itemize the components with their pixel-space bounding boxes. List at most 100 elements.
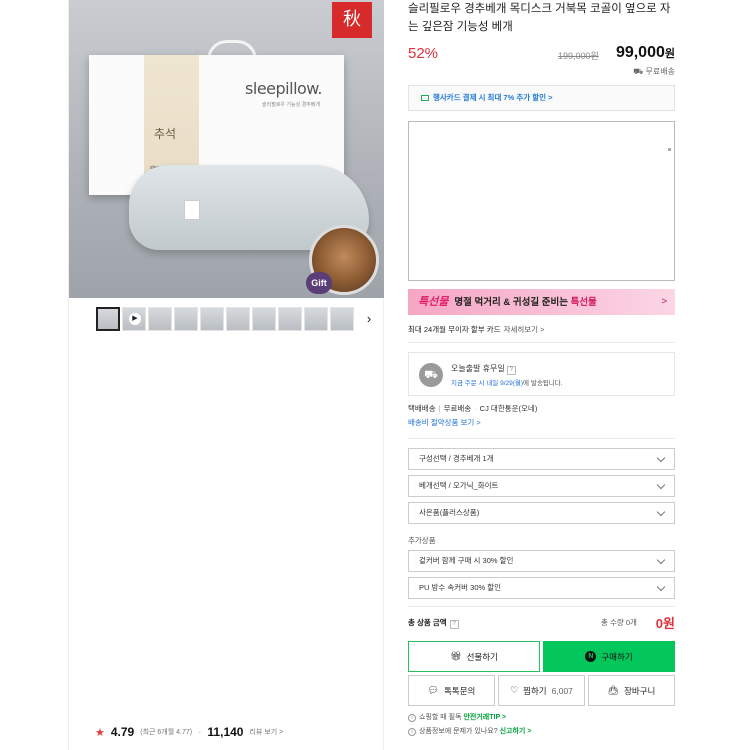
chevron-down-icon	[656, 453, 666, 463]
promo-logo: 특선물	[418, 295, 449, 308]
wish-count: 6,007	[551, 685, 573, 696]
info-icon: i	[408, 728, 416, 736]
delivery-title: 오늘출발 휴무일?	[451, 363, 516, 375]
total-quantity: 총 수량 0개	[601, 618, 637, 627]
addon-label-text: PU 방수 속커버 30% 할인	[419, 583, 502, 592]
info-icon: i	[408, 714, 416, 722]
delivery-info-box: ⛟ 오늘출발 휴무일? 지금 주문 시 내일 9/29(월)에 발송됩니다.	[408, 352, 675, 396]
addon-label-text: 겉커버 함께 구매 시 30% 할인	[419, 556, 514, 565]
thumbnail-4[interactable]	[174, 307, 198, 331]
promo-text: 명절 먹거리 & 귀성길 준비는	[454, 297, 571, 308]
thumbnail-2-video[interactable]: ▶	[122, 307, 146, 331]
delivery-date: 지금 주문 시 내일 9/29(월)	[451, 380, 524, 387]
divider	[408, 438, 675, 439]
option-select-composition[interactable]: 구성선택 / 경추베개 1개	[408, 448, 675, 470]
thumbnail-9[interactable]	[304, 307, 328, 331]
carrier-info: 택배배송 | 무료배송 · CJ 대한통운(오네)	[408, 403, 537, 414]
thumbnail-5[interactable]	[200, 307, 224, 331]
wish-button-label: 찜하기	[523, 685, 547, 696]
safe-trade-tip-link[interactable]: 안전거래TIP >	[463, 714, 506, 721]
thumbnail-8[interactable]	[278, 307, 302, 331]
total-label: 총 상품 금액?	[408, 617, 459, 629]
shipping-saver-link[interactable]: 배송비 절약상품 보기 >	[408, 417, 481, 428]
divider	[408, 606, 675, 607]
addon-label: 추가상품	[408, 536, 436, 545]
naver-pay-icon: N	[585, 651, 597, 662]
addon-select-cover[interactable]: 겉커버 함께 구매 시 30% 할인	[408, 550, 675, 572]
thumbnail-6[interactable]	[226, 307, 250, 331]
shipping-text: 무료배송	[645, 67, 675, 76]
thumbnail-3[interactable]	[148, 307, 172, 331]
installment-text: 최대 24개월 무이자 할부 카드	[408, 325, 501, 334]
chevron-down-icon	[656, 480, 666, 490]
review-summary: ★ 4.79 (최근 6개월 4.77) · 11,140 리뷰 보기 >	[95, 725, 283, 739]
card-promo-text: 행사카드 결제 시 최대 7% 추가 할인 >	[433, 93, 553, 102]
installment-info: 최대 24개월 무이자 할부 카드 자세히보기 >	[408, 324, 545, 335]
review-recent: (최근 6개월 4.77)	[140, 729, 193, 736]
review-more-link[interactable]: 리뷰 보기 >	[249, 727, 283, 737]
box-text: 추석	[154, 127, 177, 141]
total-price: 0원	[655, 616, 675, 631]
delivery-truck-icon: ⛟	[419, 363, 443, 387]
option-label: 구성선택 / 경추베개 1개	[419, 454, 494, 463]
help-icon[interactable]: ?	[506, 366, 516, 375]
divider	[408, 342, 675, 343]
shipping-note: ⛟ 무료배송	[633, 66, 675, 77]
price-value: 99,000	[615, 44, 665, 61]
option-select-gift[interactable]: 사은품(플러스상품)	[408, 502, 675, 524]
gift-button-label: 선물하기	[466, 651, 498, 662]
promo-banner[interactable]: 특선물 명절 먹거리 & 귀성길 준비는 특선물 >	[408, 289, 675, 315]
delivery-suffix: 에 발송됩니다.	[523, 380, 563, 387]
report-notice: i 상품정보에 문제가 있나요? 신고하기 >	[408, 726, 531, 736]
ad-area	[408, 121, 675, 281]
buy-button-label: 구매하기	[601, 651, 633, 662]
addon-select-inner-cover[interactable]: PU 방수 속커버 30% 할인	[408, 577, 675, 599]
main-product-image[interactable]: 추석 sleep pillow sleepillow. 슬리필로우 기능성 경추…	[69, 0, 384, 298]
separator: |	[438, 404, 441, 413]
product-gallery: 추석 sleep pillow sleepillow. 슬리필로우 기능성 경추…	[68, 0, 384, 750]
option-select-pillow[interactable]: 베개선택 / 오가닉_화이트	[408, 475, 675, 497]
report-link[interactable]: 신고하기 >	[500, 728, 532, 735]
ad-marker	[668, 148, 671, 151]
product-title: 슬리필로우 경추베개 목디스크 거북목 코골이 옆으로 자는 깊은잠 기능성 베…	[408, 3, 671, 33]
separator-dot: ·	[198, 726, 202, 738]
gift-button[interactable]: 🎁︎ 선물하기	[408, 641, 540, 672]
brand-logo: sleepillow.	[245, 79, 322, 98]
review-score: 4.79	[110, 725, 135, 739]
card-promo[interactable]: 행사카드 결제 시 최대 7% 추가 할인 >	[408, 85, 675, 111]
discount-rate: 52%	[408, 45, 439, 62]
pillow-tag	[184, 200, 200, 220]
price-unit: 원	[664, 48, 675, 60]
separator: ·	[474, 404, 477, 413]
chevron-down-icon	[656, 507, 666, 517]
wishlist-button[interactable]: ♡ 찜하기 6,007	[498, 675, 585, 706]
option-label: 사은품(플러스상품)	[419, 508, 480, 517]
delivery-title-text: 오늘출발 휴무일	[451, 364, 505, 373]
total-label-text: 총 상품 금액	[408, 618, 447, 627]
chevron-right-icon[interactable]: ›	[362, 311, 376, 327]
review-count: 11,140	[207, 725, 244, 739]
option-label: 베개선택 / 오가닉_화이트	[419, 481, 499, 490]
thumbnail-10[interactable]	[330, 307, 354, 331]
gift-badge: Gift	[306, 272, 332, 294]
bag-icon: 👜︎	[607, 685, 620, 695]
thumbnail-1[interactable]	[96, 307, 120, 331]
thumbnail-7[interactable]	[252, 307, 276, 331]
play-icon: ▶	[129, 313, 141, 325]
installment-more-link[interactable]: 자세히보기 >	[504, 325, 545, 334]
promo-chevron-icon: >	[661, 296, 667, 307]
brand-sub: 슬리필로우 기능성 경추베개	[262, 102, 320, 108]
card-icon	[421, 95, 429, 102]
carrier-method: 택배배송	[408, 404, 436, 413]
sale-price: 99,000원	[616, 44, 675, 62]
thumbnail-strip: ▶	[96, 307, 354, 333]
gift-icon: 🎁︎	[450, 651, 462, 661]
talk-inquiry-button[interactable]: 💬︎ 톡톡문의	[408, 675, 495, 706]
carrier-company: CJ 대한통운(오네)	[479, 404, 538, 413]
truck-icon: ⛟	[633, 67, 646, 76]
buy-button[interactable]: N 구매하기	[543, 641, 675, 672]
help-icon[interactable]: ?	[449, 620, 459, 629]
cart-button[interactable]: 👜︎ 장바구니	[588, 675, 675, 706]
chat-icon: 💬︎	[427, 685, 440, 695]
safety-notice: i 쇼핑할 때 필독 안전거래TIP >	[408, 712, 506, 722]
